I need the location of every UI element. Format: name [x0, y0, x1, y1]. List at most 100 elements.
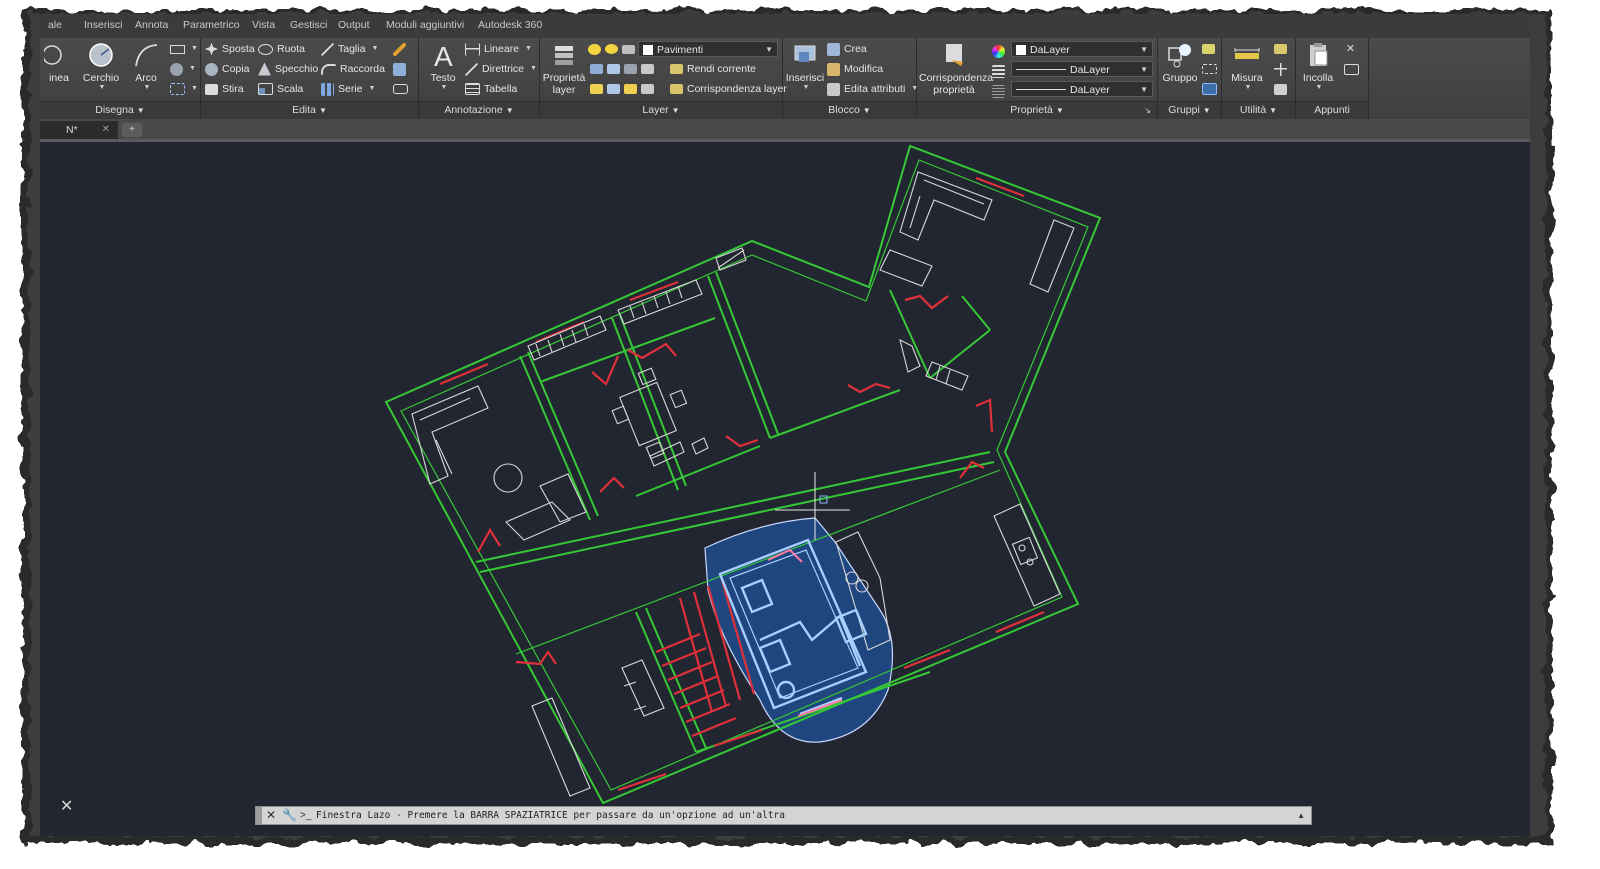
stretch-button[interactable]: Stira	[205, 80, 244, 98]
door-window-openings	[439, 176, 1045, 792]
move-button[interactable]: Sposta	[205, 40, 255, 58]
id-point-button[interactable]	[1274, 60, 1287, 78]
rectangle-button[interactable]: ▼	[170, 40, 198, 58]
table-button[interactable]: Tabella	[465, 80, 517, 98]
leader-button[interactable]: Direttrice ▼	[465, 60, 537, 78]
block-panel-title[interactable]: Blocco ▼	[783, 101, 916, 119]
trim-button[interactable]: Taglia ▼	[321, 40, 378, 58]
hatch-button[interactable]: ▼	[170, 60, 196, 78]
close-icon[interactable]: ✕	[60, 796, 73, 816]
copy-clip-button[interactable]	[1344, 60, 1359, 78]
calculator-button[interactable]	[1274, 80, 1287, 98]
draw-panel-title[interactable]: Disegna ▼	[40, 101, 200, 119]
offset-button[interactable]	[393, 80, 408, 98]
lineweight-dropdown[interactable]: DaLayer ▼	[1011, 61, 1153, 77]
tab-parametric[interactable]: Parametrico	[183, 19, 240, 31]
rotate-button[interactable]: Ruota	[258, 40, 305, 58]
erase-button[interactable]	[393, 40, 406, 58]
clipboard-panel-title[interactable]: Appunti	[1296, 101, 1368, 119]
measure-button[interactable]: Misura ▼	[1224, 40, 1270, 91]
edit-attributes-button[interactable]: Edita attributi ▼	[827, 80, 918, 98]
close-icon[interactable]: ✕	[266, 808, 276, 823]
tab-autodesk-360[interactable]: Autodesk 360	[478, 19, 542, 31]
properties-panel-title[interactable]: Proprietà ▼ ↘	[917, 101, 1157, 119]
tab-manage[interactable]: Gestisci	[290, 19, 327, 31]
group-button[interactable]: Gruppo	[1160, 40, 1200, 84]
group-edit-button[interactable]	[1202, 60, 1217, 78]
insert-block-button[interactable]: Inserisci ▼	[785, 40, 825, 91]
utilities-panel-title[interactable]: Utilità ▼	[1222, 101, 1295, 119]
layer-properties-button[interactable]: Proprietà layer	[542, 40, 586, 96]
line-label: inea	[49, 72, 69, 84]
color-dropdown[interactable]: DaLayer ▼	[1011, 41, 1153, 57]
document-tab[interactable]: N* ✕	[40, 121, 118, 139]
new-tab-button[interactable]: +	[122, 123, 142, 137]
annotation-panel-title[interactable]: Annotazione ▼	[419, 101, 539, 119]
paste-button[interactable]: Incolla ▼	[1298, 40, 1338, 91]
groups-panel-title[interactable]: Gruppi ▼	[1158, 101, 1221, 119]
color-wheel[interactable]	[992, 42, 1005, 60]
expand-history-icon[interactable]: ▲	[1297, 807, 1305, 824]
create-label: Crea	[844, 43, 867, 55]
match-properties-button[interactable]: Corrispondenza proprietà	[919, 40, 994, 96]
layers-panel-title[interactable]: Layer ▼	[540, 101, 782, 119]
line-button[interactable]: inea	[42, 40, 76, 84]
leader-icon	[465, 62, 478, 76]
text-button[interactable]: A Testo ▼	[423, 40, 463, 91]
match-properties-label: Corrispondenza proprietà	[919, 72, 994, 96]
group-selection-toggle[interactable]	[1202, 80, 1217, 98]
layer-state-icons[interactable]	[588, 40, 635, 58]
circle-button[interactable]: Cerchio ▼	[80, 40, 122, 91]
linetype-dropdown[interactable]: DaLayer ▼	[1011, 81, 1153, 97]
autocad-window: ale Inserisci Annota Parametrico Vista G…	[40, 14, 1530, 836]
layer-tools-row-1[interactable]	[590, 60, 654, 78]
block-panel: Inserisci ▼ Crea Modifica Edita attribut…	[783, 38, 918, 119]
layer-properties-label: Proprietà layer	[542, 72, 586, 96]
arc-dropdown-arrow[interactable]: ▼	[130, 84, 164, 91]
tab-annotate[interactable]: Annota	[135, 19, 168, 31]
dialog-launcher-icon[interactable]: ↘	[1144, 102, 1151, 119]
copy-icon	[205, 62, 218, 76]
match-layer-button[interactable]: Corrispondenza layer	[670, 80, 787, 98]
stretch-label: Stira	[222, 83, 244, 95]
layer-lock-icon	[641, 64, 654, 74]
drawing-canvas[interactable]	[40, 142, 1530, 836]
make-current-button[interactable]: Rendi corrente	[670, 60, 756, 78]
scale-label: Scala	[277, 83, 304, 95]
layer-tools-row-2[interactable]	[590, 80, 654, 98]
array-button[interactable]: Serie ▼	[321, 80, 375, 98]
boundary-button[interactable]: ▼	[170, 80, 198, 98]
close-icon[interactable]: ✕	[102, 121, 110, 139]
create-block-button[interactable]: Crea	[827, 40, 867, 58]
copy-button[interactable]: Copia	[205, 60, 249, 78]
edit-block-button[interactable]: Modifica	[827, 60, 883, 78]
linetype-icon	[992, 84, 1005, 98]
trim-icon	[321, 42, 334, 56]
tab-insert[interactable]: Inserisci	[84, 19, 123, 31]
walls	[384, 144, 1102, 805]
command-line[interactable]: ✕ 🔧 >_ Finestra Lazo - Premere la BARRA …	[255, 806, 1312, 825]
tab-view[interactable]: Vista	[252, 19, 275, 31]
modify-panel-title[interactable]: Edita ▼	[201, 101, 418, 119]
tab-output[interactable]: Output	[338, 19, 370, 31]
document-tab-label: N*	[66, 124, 78, 136]
fillet-button[interactable]: Raccorda▼	[321, 60, 398, 78]
tab-addins[interactable]: Moduli aggiuntivi	[386, 19, 464, 31]
quick-select-button[interactable]	[1274, 40, 1287, 58]
scale-button[interactable]: Scala	[258, 80, 303, 98]
line-icon	[44, 45, 62, 65]
linear-dimension-button[interactable]: Lineare ▼	[465, 40, 532, 58]
mirror-button[interactable]: Specchio	[258, 60, 318, 78]
ungroup-button[interactable]	[1202, 40, 1215, 58]
arc-icon	[135, 44, 158, 67]
arc-label: Arco	[135, 72, 157, 84]
explode-button[interactable]	[393, 60, 406, 78]
circle-dropdown-arrow[interactable]: ▼	[82, 84, 122, 91]
command-line-grip[interactable]	[256, 807, 262, 824]
wrench-icon[interactable]: 🔧	[282, 808, 297, 823]
layer-dropdown[interactable]: Pavimenti ▼	[638, 41, 778, 57]
arc-button[interactable]: Arco ▼	[128, 40, 164, 91]
tab-home[interactable]: ale	[48, 19, 62, 31]
cut-button[interactable]: ✕	[1344, 40, 1357, 58]
modify-panel: Sposta Ruota Taglia ▼ Copia Specchio Racc…	[201, 38, 419, 119]
